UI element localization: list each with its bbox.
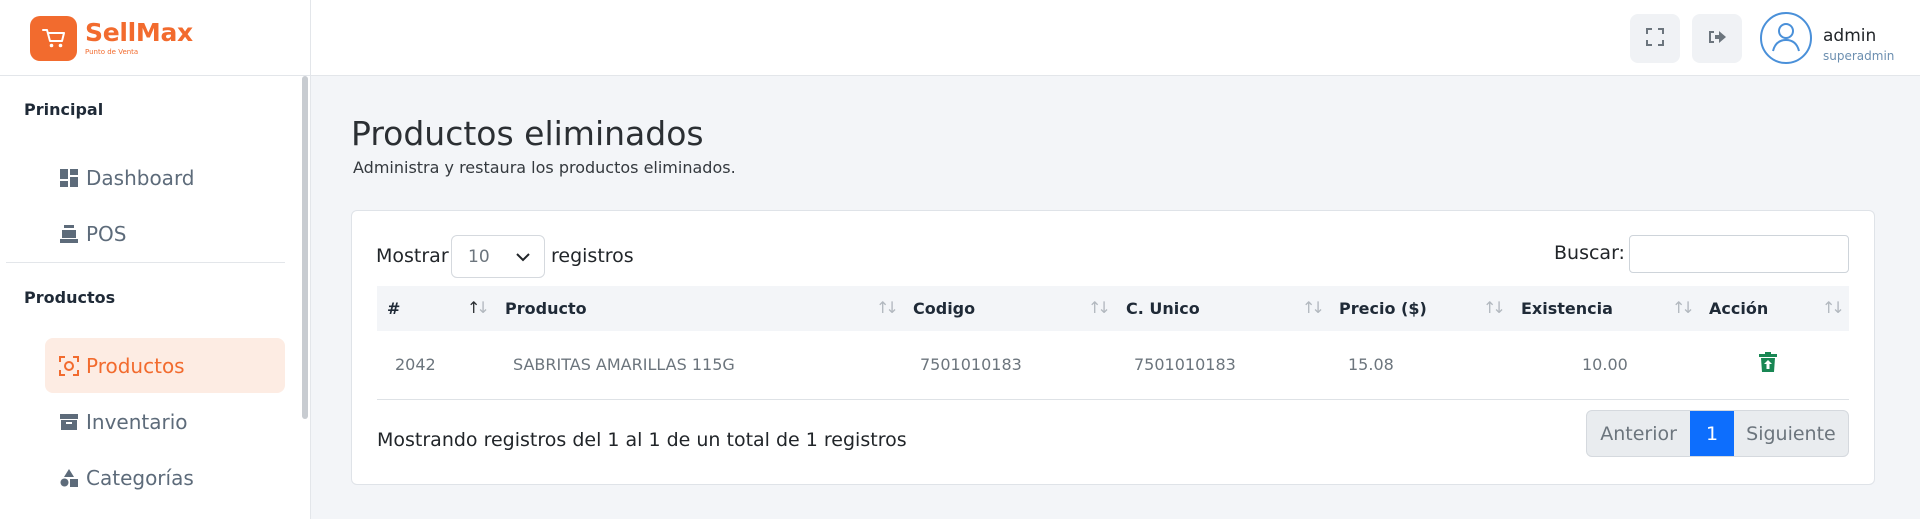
user-name[interactable]: admin [1823,26,1876,46]
page-size-value: 10 [468,246,490,267]
column-header-precio[interactable]: Precio ($) [1339,286,1489,331]
sidebar-item-label: POS [86,221,127,246]
sidebar-scrollbar[interactable] [302,76,308,419]
chevron-down-icon [516,247,530,267]
table-header: # ↑↓ Producto ↑↓ Codigo ↑↓ C. Unico ↑↓ P… [377,286,1849,331]
page-size-select[interactable]: 10 [451,235,545,278]
show-label: Mostrar [376,245,449,267]
sidebar: Principal Dashboard POS Productos Produc… [0,76,311,519]
table-info: Mostrando registros del 1 al 1 de un tot… [377,429,907,451]
page-subtitle: Administra y restaura los productos elim… [353,158,736,177]
sidebar-item-categorias[interactable]: Categorías [45,450,285,505]
cash-register-icon [59,224,79,244]
cell-codigo: 7501010183 [920,355,1022,374]
restore-button[interactable] [1758,352,1778,376]
records-label: registros [551,245,634,267]
dashboard-icon [59,168,79,188]
brand-logo[interactable]: SellMax Punto de Venta [0,0,311,76]
column-header-codigo[interactable]: Codigo [913,286,1063,331]
pagination-page-1[interactable]: 1 [1690,411,1734,456]
restore-icon [1759,352,1777,376]
cell-id: 2042 [395,355,436,374]
user-icon [1766,16,1806,60]
sidebar-item-label: Dashboard [86,165,195,190]
pagination-next[interactable]: Siguiente [1734,411,1848,456]
column-header-existencia[interactable]: Existencia [1521,286,1671,331]
top-header: SellMax Punto de Venta admin superadmin [0,0,1920,76]
brand-name: SellMax [85,18,193,47]
logout-icon [1707,28,1727,50]
shapes-icon [59,468,79,488]
sidebar-section-principal: Principal [24,100,104,119]
fullscreen-button[interactable] [1630,14,1680,63]
sort-icon[interactable]: ↑↓ [467,298,490,317]
column-header-producto[interactable]: Producto [505,286,805,331]
sort-icon[interactable]: ↑↓ [1088,298,1111,317]
product-icon [59,355,79,376]
sort-icon[interactable]: ↑↓ [1822,298,1845,317]
cart-icon [30,15,77,61]
sidebar-item-pos[interactable]: POS [45,206,285,261]
sidebar-item-label: Categorías [86,465,194,490]
column-header-accion[interactable]: Acción [1709,286,1809,331]
pagination-previous[interactable]: Anterior [1587,411,1690,456]
sort-icon[interactable]: ↑↓ [1302,298,1325,317]
sidebar-item-inventario[interactable]: Inventario [45,394,285,449]
sidebar-divider [6,262,285,263]
user-role: superadmin [1823,49,1895,63]
brand-tagline: Punto de Venta [85,48,139,56]
sidebar-item-dashboard[interactable]: Dashboard [45,150,285,205]
user-avatar[interactable] [1760,12,1812,64]
search-label: Buscar: [1554,242,1625,264]
sort-icon[interactable]: ↑↓ [1672,298,1695,317]
fullscreen-icon [1646,27,1664,50]
sidebar-item-label: Inventario [86,409,188,434]
sidebar-item-productos[interactable]: Productos [45,338,285,393]
cell-precio: 15.08 [1348,355,1394,374]
row-divider [377,399,1849,400]
sidebar-section-productos: Productos [24,288,116,307]
search-input[interactable] [1629,235,1849,273]
sort-icon[interactable]: ↑↓ [1483,298,1506,317]
archive-icon [59,412,79,432]
pagination: Anterior 1 Siguiente [1586,410,1849,457]
logout-button[interactable] [1692,14,1742,63]
sort-icon[interactable]: ↑↓ [876,298,899,317]
sidebar-item-label: Productos [86,353,185,378]
cell-producto: SABRITAS AMARILLAS 115G [513,355,735,374]
page-title: Productos eliminados [351,114,704,153]
cell-c-unico: 7501010183 [1134,355,1236,374]
column-header-c-unico[interactable]: C. Unico [1126,286,1276,331]
cell-existencia: 10.00 [1582,355,1628,374]
